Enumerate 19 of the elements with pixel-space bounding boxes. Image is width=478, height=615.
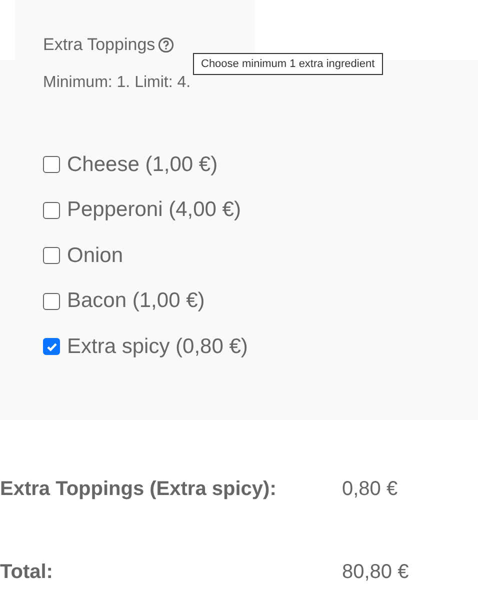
checkbox[interactable]: [43, 202, 60, 219]
option-label[interactable]: Extra spicy (0,80 €): [67, 334, 248, 359]
checkbox[interactable]: [43, 247, 60, 264]
summary-label: Total:: [0, 561, 54, 584]
tooltip: Choose minimum 1 extra ingredient: [193, 53, 383, 75]
summary-value: 80,80 €: [342, 561, 410, 584]
checkbox[interactable]: [43, 292, 60, 310]
summary-label: Extra Toppings (Extra spicy):: [0, 478, 278, 501]
option-label[interactable]: Pepperoni (4,00 €): [67, 198, 241, 222]
checkbox[interactable]: [43, 156, 60, 174]
option-label[interactable]: Onion: [67, 244, 124, 268]
group-title: Extra Toppings: [43, 34, 156, 54]
checkbox[interactable]: [43, 338, 60, 356]
option-label[interactable]: Cheese (1,00 €): [67, 152, 218, 177]
help-icon[interactable]: [158, 36, 174, 52]
check-icon: [46, 340, 58, 353]
summary-value: 0,80 €: [342, 478, 399, 501]
option-label[interactable]: Bacon (1,00 €): [67, 289, 205, 314]
limit-text: Minimum: 1. Limit: 4.: [43, 74, 192, 92]
